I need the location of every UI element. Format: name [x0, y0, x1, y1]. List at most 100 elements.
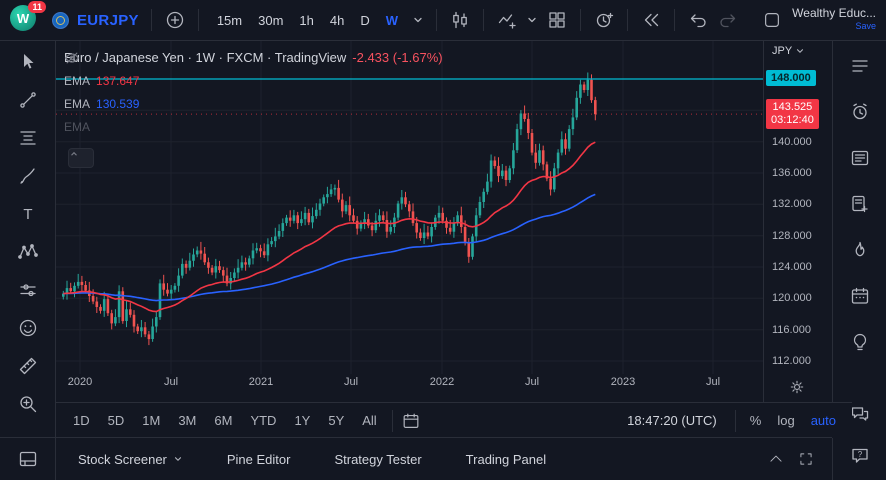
fib-retracement-icon[interactable] [16, 126, 40, 150]
trend-line-icon[interactable] [16, 88, 40, 112]
layout-grid-icon[interactable] [546, 9, 568, 31]
log-scale-button[interactable]: log [771, 411, 800, 430]
ema-legend-row[interactable]: EMA 137.647 [64, 74, 443, 88]
text-icon[interactable]: T [16, 202, 40, 226]
calendar-icon[interactable] [848, 284, 872, 308]
price-change: -2.433 (-1.67%) [352, 50, 442, 65]
bottom-panel-corner[interactable] [0, 438, 56, 480]
legend-collapse-button[interactable] [68, 148, 94, 168]
auto-scale-button[interactable]: auto [805, 411, 842, 430]
timeframe-chevron-down-icon[interactable] [412, 14, 424, 26]
time-axis-label: 2022 [426, 376, 458, 388]
ruler-icon[interactable] [16, 354, 40, 378]
ema-legend-row-hidden[interactable]: EMA [64, 120, 443, 134]
watchlist-icon[interactable] [848, 54, 872, 78]
chart-type-candles-icon[interactable] [449, 9, 471, 31]
last-price-label: 143.525 03:12:40 [766, 99, 819, 129]
symbol-description[interactable]: Euro / Japanese Yen · 1W · FXCM · Tradin… [64, 50, 346, 65]
timeframe-4h[interactable]: 4h [324, 10, 350, 31]
alert-clock-icon[interactable] [593, 9, 615, 31]
xabcd-pattern-icon[interactable] [16, 240, 40, 264]
range-3m[interactable]: 3M [171, 411, 203, 430]
ema-value: 137.647 [96, 74, 139, 88]
percent-scale-button[interactable]: % [744, 411, 768, 430]
ideas-icon[interactable] [848, 192, 872, 216]
ema-legend-row[interactable]: EMA 130.539 [64, 97, 443, 111]
range-1d[interactable]: 1D [66, 411, 97, 430]
brush-icon[interactable] [16, 164, 40, 188]
time-axis-label: Jul [516, 376, 548, 388]
footer-tab-stock-screener[interactable]: Stock Screener [56, 452, 205, 467]
footer-tab-pine-editor[interactable]: Pine Editor [205, 452, 313, 467]
compare-add-symbol-icon[interactable] [164, 9, 186, 31]
panel-icon[interactable] [17, 448, 39, 470]
divider [483, 9, 484, 31]
zoom-icon[interactable] [16, 392, 40, 416]
range-1m[interactable]: 1M [135, 411, 167, 430]
time-axis-label: Jul [155, 376, 187, 388]
divider [580, 9, 581, 31]
timeframe-1h[interactable]: 1h [293, 10, 319, 31]
notification-badge: 11 [28, 1, 46, 13]
timeframe-15m[interactable]: 15m [211, 10, 248, 31]
chart-area[interactable]: Euro / Japanese Yen · 1W · FXCM · Tradin… [56, 40, 763, 402]
price-tick-label: 116.000 [772, 324, 811, 336]
range-1y[interactable]: 1Y [287, 411, 317, 430]
layout-name-block[interactable]: Wealthy Educ... Save [792, 7, 876, 33]
range-6m[interactable]: 6M [207, 411, 239, 430]
undo-icon[interactable] [687, 9, 709, 31]
footer-tabs: Stock ScreenerPine EditorStrategy Tester… [56, 452, 568, 467]
alerts-icon[interactable] [848, 100, 872, 124]
time-axis-label: 2023 [607, 376, 639, 388]
currency-selector[interactable]: JPY [772, 45, 805, 57]
bottom-range-bar: 1D5D1M3M6MYTD1Y5YAll 18:47:20 (UTC) % lo… [56, 402, 852, 438]
divider [627, 9, 628, 31]
time-axis-label: Jul [697, 376, 729, 388]
footer-tab-strategy-tester[interactable]: Strategy Tester [312, 452, 443, 467]
session-clock[interactable]: 18:47:20 (UTC) [627, 413, 717, 428]
save-button[interactable]: Save [792, 20, 876, 33]
chart-settings-gear-icon[interactable] [788, 378, 806, 396]
hotlists-icon[interactable] [848, 238, 872, 262]
forecast-icon[interactable] [16, 278, 40, 302]
timeframe-W[interactable]: W [380, 10, 404, 31]
layout-name[interactable]: Wealthy Educ... [792, 7, 876, 20]
ema-label: EMA [64, 74, 90, 88]
ema-value: 130.539 [96, 97, 139, 111]
timeframe-30m[interactable]: 30m [252, 10, 289, 31]
drawing-toolbar: T [0, 40, 56, 437]
news-icon[interactable] [848, 146, 872, 170]
help-icon[interactable]: ? [848, 444, 872, 468]
collapse-panel-chevron-up-icon[interactable] [768, 451, 784, 467]
redo-icon[interactable] [717, 9, 739, 31]
go-to-date-calendar-icon[interactable] [401, 411, 421, 431]
bar-countdown: 03:12:40 [771, 114, 814, 127]
footer-tab-trading-panel[interactable]: Trading Panel [444, 452, 568, 467]
chevron-down-icon [173, 454, 183, 464]
price-tick-label: 136.000 [772, 167, 812, 179]
range-all[interactable]: All [355, 411, 383, 430]
range-ytd[interactable]: YTD [243, 411, 283, 430]
time-axis-label: 2021 [245, 376, 277, 388]
svg-text:T: T [23, 206, 32, 223]
indicators-icon[interactable] [496, 9, 518, 31]
price-axis[interactable]: JPY 140.000136.000132.000128.000124.0001… [763, 40, 833, 402]
divider [198, 9, 199, 31]
indicators-chevron-down-icon[interactable] [526, 14, 538, 26]
price-tick-label: 120.000 [772, 292, 812, 304]
save-layout-square-icon[interactable] [762, 10, 782, 30]
footer-bar: Stock ScreenerPine EditorStrategy Tester… [0, 437, 832, 480]
timeframe-D[interactable]: D [354, 10, 375, 31]
range-5y[interactable]: 5Y [321, 411, 351, 430]
ideas-stream-icon[interactable] [848, 330, 872, 354]
symbol-search-button[interactable]: EURJPY [77, 12, 139, 29]
range-5d[interactable]: 5D [101, 411, 132, 430]
app-logo[interactable]: W 11 [10, 5, 40, 35]
cursor-icon[interactable] [16, 50, 40, 74]
price-tick-label: 140.000 [772, 136, 812, 148]
fullscreen-icon[interactable] [798, 451, 814, 467]
chart-legend: Euro / Japanese Yen · 1W · FXCM · Tradin… [64, 50, 443, 134]
bar-replay-icon[interactable] [640, 9, 662, 31]
currency-chevron-down-icon [795, 46, 805, 56]
emoji-icon[interactable] [16, 316, 40, 340]
